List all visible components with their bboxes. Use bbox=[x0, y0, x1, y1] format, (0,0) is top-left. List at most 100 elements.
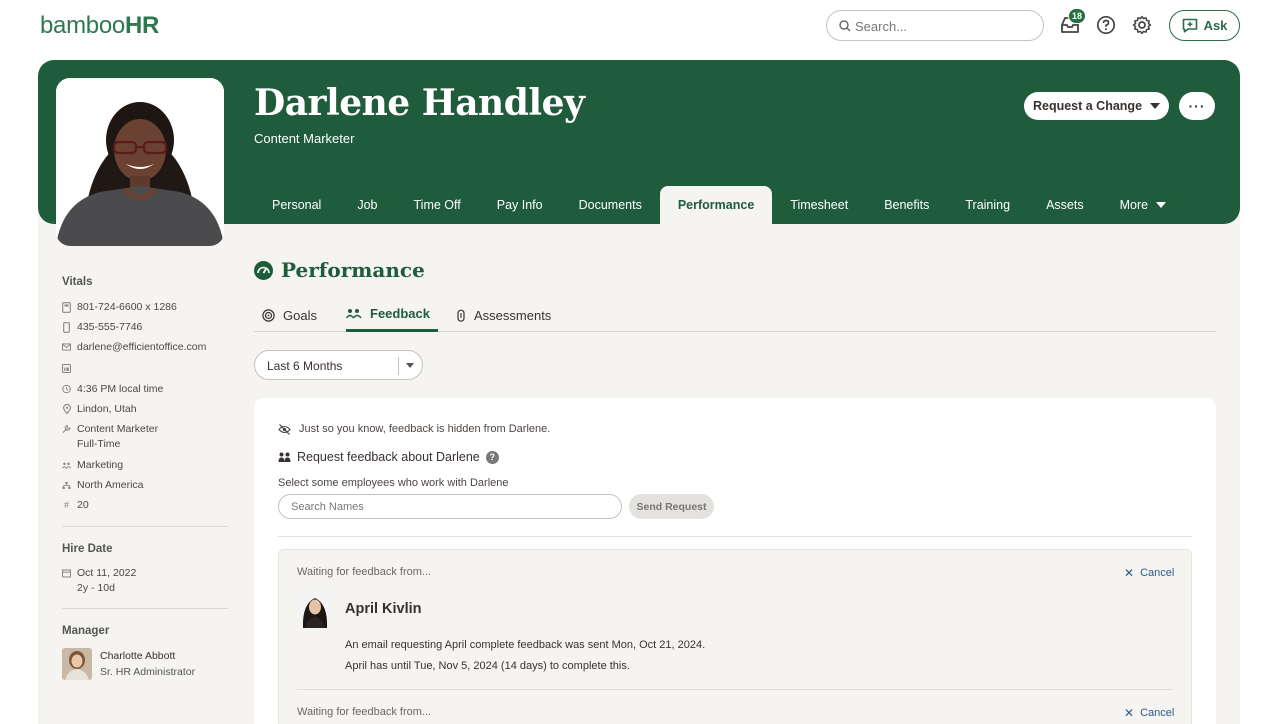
local-time-text: 4:36 PM local time bbox=[77, 383, 164, 395]
tab-benefits[interactable]: Benefits bbox=[866, 186, 947, 224]
tab-training[interactable]: Training bbox=[947, 186, 1028, 224]
hash-icon: # bbox=[63, 500, 69, 510]
office-phone-icon bbox=[62, 301, 71, 313]
sidebar-divider bbox=[62, 608, 228, 609]
people-icon bbox=[278, 452, 291, 462]
tab-label: Performance bbox=[677, 198, 755, 212]
waiting-divider bbox=[297, 689, 1173, 690]
tab-documents[interactable]: Documents bbox=[561, 186, 660, 224]
email-text: darlene@efficientoffice.com bbox=[77, 341, 207, 353]
global-search[interactable] bbox=[826, 10, 1044, 41]
bamboohr-logo[interactable]: bambooHR bbox=[40, 12, 159, 40]
vitals-heading: Vitals bbox=[62, 276, 93, 288]
tab-label: Training bbox=[965, 198, 1011, 212]
more-actions-button[interactable]: ··· bbox=[1179, 92, 1215, 120]
hire-date-text: Oct 11, 2022 bbox=[77, 567, 137, 579]
hidden-feedback-note: Just so you know, feedback is hidden fro… bbox=[278, 423, 550, 435]
linkedin-link[interactable] bbox=[62, 362, 71, 374]
cancel-label: Cancel bbox=[1140, 567, 1175, 579]
performance-title: Performance bbox=[281, 258, 425, 282]
email[interactable]: darlene@efficientoffice.com bbox=[62, 341, 206, 353]
target-icon bbox=[262, 308, 275, 322]
cancel-label: Cancel bbox=[1140, 707, 1175, 719]
cancel-request-button[interactable]: ✕ Cancel bbox=[1124, 566, 1174, 580]
subtab-assessments[interactable]: Assessments bbox=[456, 298, 551, 332]
employee-photo bbox=[56, 78, 224, 246]
tab-assets[interactable]: Assets bbox=[1028, 186, 1102, 224]
request-feedback-heading: Request feedback about Darlene ? bbox=[278, 450, 499, 464]
waiting-label: Waiting for feedback from... bbox=[297, 566, 432, 578]
employee-number: # 20 bbox=[62, 499, 89, 511]
job-title-text: Content Marketer bbox=[77, 423, 159, 435]
tab-timesheet[interactable]: Timesheet bbox=[772, 186, 866, 224]
work-phone[interactable]: 801-724-6600 x 1286 bbox=[62, 301, 177, 313]
request-heading-text: Request feedback about Darlene bbox=[297, 450, 480, 464]
manager-avatar[interactable] bbox=[62, 648, 92, 680]
chevron-down-icon bbox=[1150, 103, 1161, 109]
clipboard-icon bbox=[457, 309, 465, 322]
request-change-button[interactable]: Request a Change bbox=[1024, 92, 1169, 120]
location-text: Lindon, Utah bbox=[77, 403, 137, 415]
ask-button[interactable]: Ask bbox=[1169, 10, 1240, 41]
subtab-label: Assessments bbox=[474, 307, 552, 323]
reviewer-name: April Kivlin bbox=[345, 601, 422, 617]
subtab-goals[interactable]: Goals bbox=[262, 298, 317, 332]
chevron-down-icon bbox=[1156, 202, 1167, 208]
wrench-icon bbox=[62, 423, 71, 435]
mobile-phone[interactable]: 435-555-7746 bbox=[62, 321, 142, 333]
tab-pay-info[interactable]: Pay Info bbox=[479, 186, 561, 224]
close-icon: ✕ bbox=[1124, 706, 1135, 720]
close-icon: ✕ bbox=[1124, 566, 1135, 580]
tab-performance[interactable]: Performance bbox=[659, 186, 773, 224]
tab-time-off[interactable]: Time Off bbox=[396, 186, 479, 224]
department-text: Marketing bbox=[77, 459, 124, 471]
hire-date-heading: Hire Date bbox=[62, 543, 113, 555]
tenure-text: 2y - 10d bbox=[77, 582, 115, 594]
linkedin-icon bbox=[62, 362, 71, 374]
waiting-label: Waiting for feedback from... bbox=[297, 706, 432, 718]
employee-number-text: 20 bbox=[77, 499, 89, 511]
performance-heading: Performance bbox=[254, 258, 425, 282]
employment-type-text: Full-Time bbox=[77, 438, 121, 450]
employee-name: Darlene Handley bbox=[254, 82, 585, 124]
manager-title: Sr. HR Administrator bbox=[100, 666, 196, 678]
clock-icon bbox=[62, 383, 71, 395]
manager-heading: Manager bbox=[62, 625, 110, 637]
help-button[interactable] bbox=[1093, 12, 1119, 38]
local-time: 4:36 PM local time bbox=[62, 383, 163, 395]
tab-label: Assets bbox=[1046, 198, 1084, 212]
people-icon bbox=[62, 459, 71, 471]
tab-label: Documents bbox=[578, 198, 642, 212]
tab-label: Timesheet bbox=[790, 198, 849, 212]
ellipsis-icon: ··· bbox=[1188, 98, 1206, 114]
subtab-label: Goals bbox=[283, 307, 317, 323]
search-input[interactable] bbox=[855, 17, 1035, 35]
search-names-input[interactable] bbox=[278, 494, 622, 519]
region: North America bbox=[62, 479, 144, 491]
calendar-icon bbox=[62, 567, 71, 579]
chevron-down-icon bbox=[406, 363, 414, 368]
cancel-request-button[interactable]: ✕ Cancel bbox=[1124, 706, 1174, 720]
tab-label: Time Off bbox=[413, 198, 461, 212]
region-text: North America bbox=[77, 479, 144, 491]
help-icon[interactable]: ? bbox=[485, 450, 499, 464]
gear-icon bbox=[1132, 15, 1152, 35]
performance-subtabs: Goals Feedback Assessments bbox=[254, 298, 1216, 332]
period-select[interactable]: Last 6 Months bbox=[254, 350, 423, 380]
tab-job[interactable]: Job bbox=[339, 186, 395, 224]
employee-job-title: Content Marketer bbox=[254, 131, 355, 146]
mobile-phone-icon bbox=[62, 321, 71, 333]
select-employees-label: Select some employees who work with Darl… bbox=[278, 477, 509, 489]
ask-label: Ask bbox=[1203, 18, 1228, 33]
send-request-button[interactable]: Send Request bbox=[629, 494, 714, 519]
sidebar-divider bbox=[62, 526, 228, 527]
tab-personal[interactable]: Personal bbox=[254, 186, 339, 224]
manager-name[interactable]: Charlotte Abbott bbox=[100, 650, 175, 662]
settings-button[interactable] bbox=[1129, 12, 1155, 38]
subtab-label: Feedback bbox=[370, 306, 430, 321]
manager-portrait-image bbox=[62, 648, 92, 680]
tab-more[interactable]: More bbox=[1102, 186, 1184, 224]
card-divider bbox=[278, 536, 1192, 537]
request-deadline-text: April has until Tue, Nov 5, 2024 (14 day… bbox=[345, 660, 630, 672]
subtab-feedback[interactable]: Feedback bbox=[346, 298, 438, 332]
